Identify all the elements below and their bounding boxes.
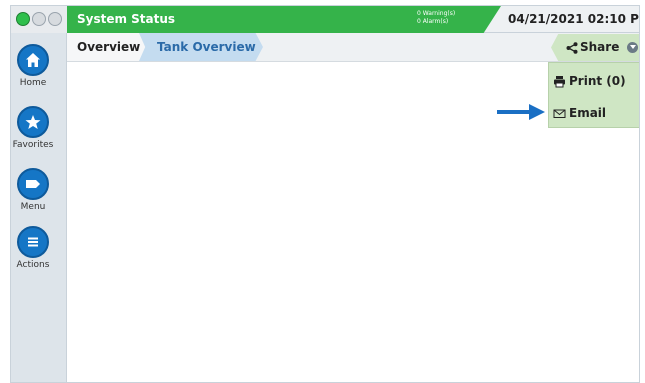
- top-status-bar: System Status 0 Warning(s) 0 Alarm(s) 04…: [11, 6, 640, 33]
- menu-item-print[interactable]: Print (0): [549, 69, 639, 97]
- alarm-counts: 0 Warning(s) 0 Alarm(s): [417, 10, 455, 26]
- breadcrumb-tabs: Overview Tank Overview Share: [67, 33, 639, 62]
- share-menu: Print (0) Email: [548, 62, 639, 129]
- status-lights: [11, 6, 67, 33]
- system-status-title: System Status: [77, 12, 176, 26]
- home-icon: [17, 44, 49, 76]
- star-icon: [17, 106, 49, 138]
- menu-item-label: Email: [569, 106, 607, 120]
- tab-label: Tank Overview: [157, 40, 256, 54]
- sidebar-item-actions[interactable]: Actions: [11, 226, 67, 282]
- tab-label: Overview: [77, 40, 141, 54]
- sidebar-item-label: Actions: [16, 260, 50, 270]
- green-light-icon: [16, 12, 30, 26]
- system-status-banner[interactable]: System Status 0 Warning(s) 0 Alarm(s): [67, 6, 501, 33]
- tab-overview[interactable]: Overview: [67, 33, 145, 61]
- tag-icon: [17, 168, 49, 200]
- menu-item-email[interactable]: Email: [549, 101, 639, 129]
- tab-tank-overview[interactable]: Tank Overview: [139, 33, 263, 61]
- off-light-icon: [32, 12, 46, 26]
- share-label: Share: [580, 40, 620, 54]
- sidebar-item-favorites[interactable]: Favorites: [11, 106, 67, 162]
- chevron-down-icon: [627, 42, 638, 53]
- menu-item-label: Print (0): [569, 74, 626, 88]
- sidebar: Home Favorites Menu Actions: [11, 33, 67, 382]
- app-window: System Status 0 Warning(s) 0 Alarm(s) 04…: [10, 5, 640, 383]
- share-icon: [566, 42, 578, 54]
- sidebar-item-label: Menu: [20, 202, 46, 212]
- sidebar-item-label: Favorites: [12, 140, 54, 150]
- sidebar-item-menu[interactable]: Menu: [11, 168, 67, 224]
- sidebar-item-label: Home: [19, 78, 47, 88]
- alarm-count: 0 Alarm(s): [417, 18, 449, 25]
- warning-count: 0 Warning(s): [417, 10, 456, 17]
- sidebar-item-home[interactable]: Home: [11, 44, 67, 100]
- list-icon: [17, 226, 49, 258]
- share-button[interactable]: Share: [551, 34, 639, 61]
- envelope-icon: [553, 109, 566, 118]
- date-time: 04/21/2021 02:10 PM: [508, 12, 640, 26]
- arrow-right-icon: [497, 104, 545, 120]
- printer-icon: [554, 76, 565, 88]
- off-light-icon: [48, 12, 62, 26]
